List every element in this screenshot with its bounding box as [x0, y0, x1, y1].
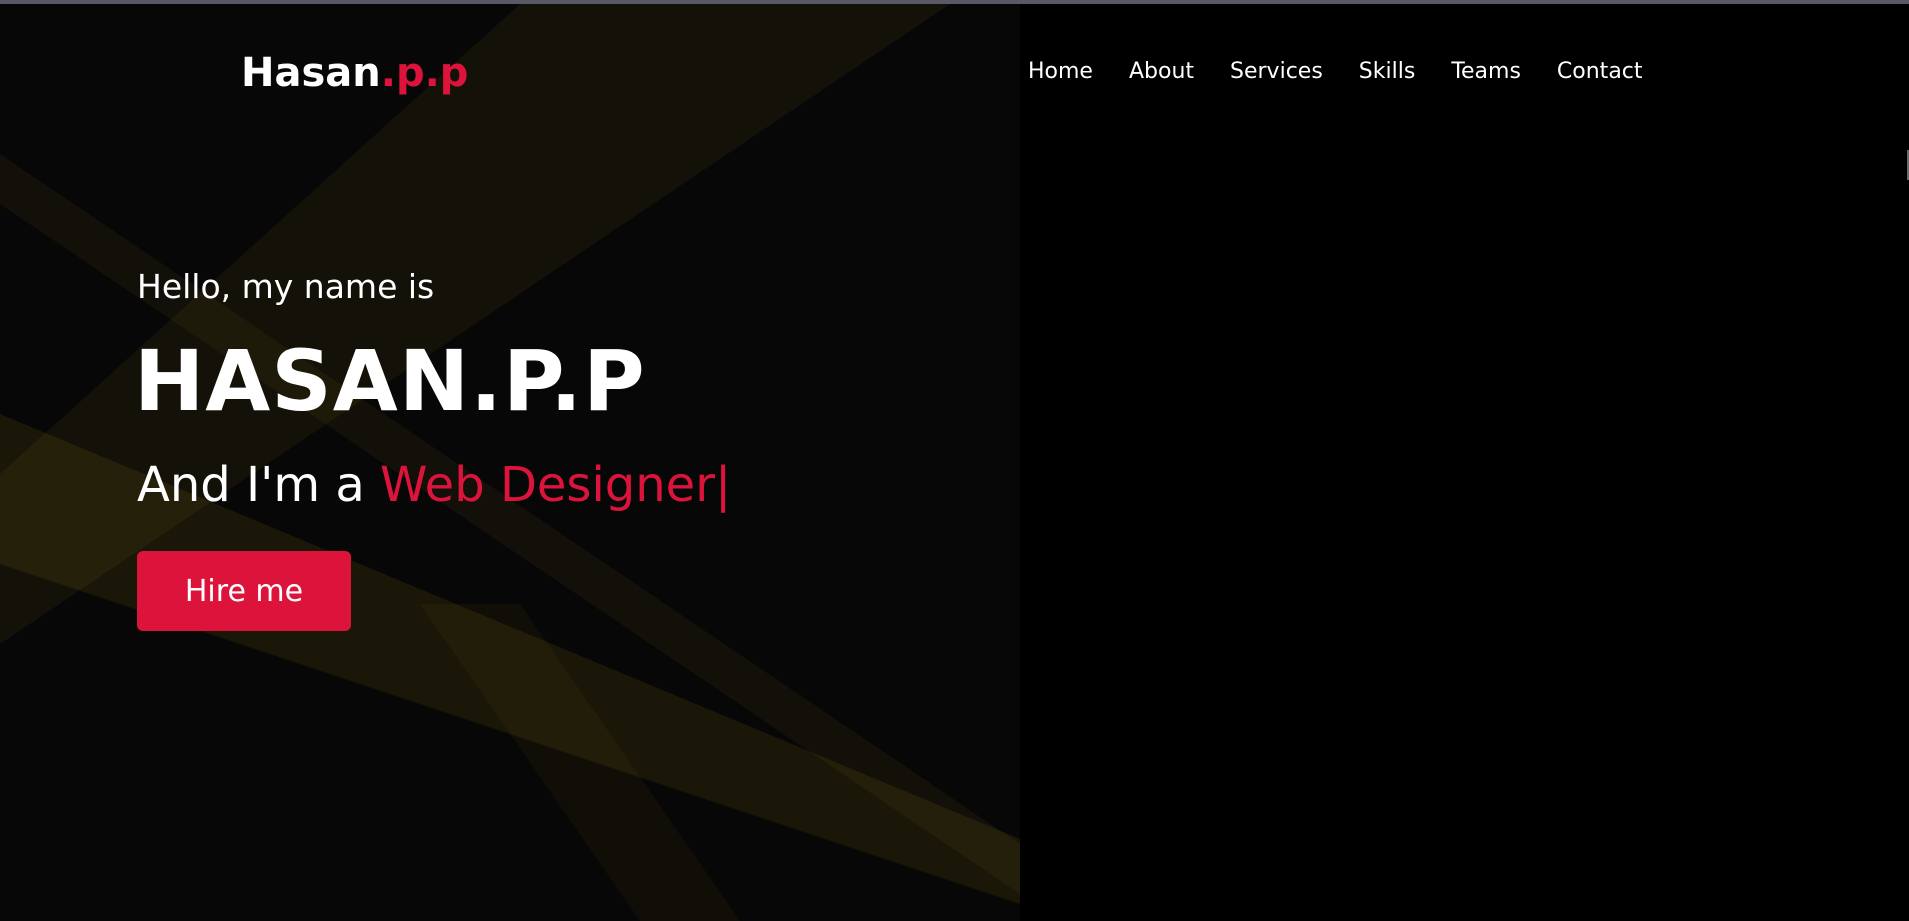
- nav-link-contact[interactable]: Contact: [1557, 59, 1643, 84]
- hire-me-button[interactable]: Hire me: [137, 551, 351, 631]
- typing-cursor: |: [714, 457, 732, 513]
- hero-greeting: Hello, my name is: [137, 267, 435, 306]
- hero-content: Hello, my name is HASAN.P.P And I'm a We…: [134, 267, 731, 631]
- nav-menu: Home About Services Skills Teams Contact: [1028, 59, 1679, 84]
- role-highlight: Web Designer: [380, 457, 715, 513]
- logo-name: Hasan: [241, 50, 381, 96]
- nav-link-skills[interactable]: Skills: [1359, 59, 1416, 84]
- nav-link-services[interactable]: Services: [1230, 59, 1323, 84]
- nav-link-about[interactable]: About: [1129, 59, 1194, 84]
- nav-link-home[interactable]: Home: [1028, 59, 1093, 84]
- portfolio-page: Hasan.p.p Home About Services Skills Tea…: [0, 0, 1909, 921]
- logo-suffix: .p.p: [380, 50, 469, 96]
- window-top-border: [0, 0, 1909, 4]
- hero-name: HASAN.P.P: [134, 332, 646, 430]
- hero-role: And I'm a Web Designer|: [137, 461, 731, 509]
- nav-link-teams[interactable]: Teams: [1451, 59, 1521, 84]
- role-prefix: And I'm a: [137, 457, 381, 513]
- navbar: Hasan.p.p Home About Services Skills Tea…: [0, 4, 1909, 144]
- site-logo[interactable]: Hasan.p.p: [241, 50, 468, 96]
